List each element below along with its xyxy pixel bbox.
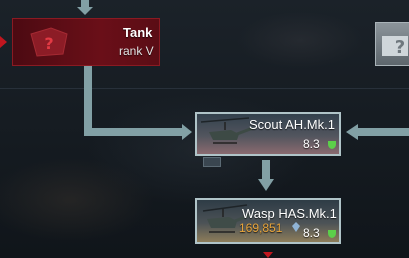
green-shield-icon bbox=[328, 230, 336, 238]
svg-text:?: ? bbox=[395, 37, 405, 58]
vehicle-card-scout[interactable]: Scout AH.Mk.1 8.3 bbox=[195, 112, 341, 156]
vehicle-name-scout: Scout AH.Mk.1 bbox=[249, 117, 335, 132]
silver-lions-icon bbox=[292, 222, 300, 232]
purchase-cost-wasp: 169,851 bbox=[239, 221, 283, 235]
connector-tank-right bbox=[84, 128, 184, 136]
connector-top-arrowhead bbox=[77, 7, 93, 15]
svg-text:?: ? bbox=[44, 34, 53, 53]
scout-sub-indicator bbox=[203, 157, 221, 167]
connector-scout-wasp bbox=[262, 160, 270, 180]
question-mark-icon: ? bbox=[382, 36, 408, 58]
vehicle-card-tank[interactable]: ? Tank rank V bbox=[12, 18, 160, 66]
vehicle-card-partial-right[interactable]: ? bbox=[375, 22, 409, 66]
vehicle-rank-tank: rank V bbox=[119, 44, 154, 58]
left-red-arrow bbox=[0, 36, 7, 48]
rank-divider-line bbox=[0, 88, 409, 89]
connector-tank-down bbox=[84, 66, 92, 136]
battle-rating-wasp: 8.3 bbox=[303, 226, 320, 240]
connector-wasp-arrowhead bbox=[258, 179, 274, 191]
connector-scout-arrowhead-left bbox=[182, 124, 192, 140]
connector-scout-arrowhead-right bbox=[346, 124, 358, 140]
battle-rating-scout: 8.3 bbox=[303, 137, 320, 151]
question-mark-shield-icon: ? bbox=[30, 27, 68, 57]
green-shield-icon bbox=[328, 141, 336, 149]
connector-right-in bbox=[358, 128, 409, 136]
bottom-red-arrow bbox=[263, 252, 273, 258]
vehicle-card-wasp[interactable]: Wasp HAS.Mk.1 169,851 8.3 bbox=[195, 198, 341, 244]
vehicle-name-wasp: Wasp HAS.Mk.1 bbox=[242, 206, 337, 221]
vehicle-name-tank: Tank bbox=[123, 25, 153, 40]
